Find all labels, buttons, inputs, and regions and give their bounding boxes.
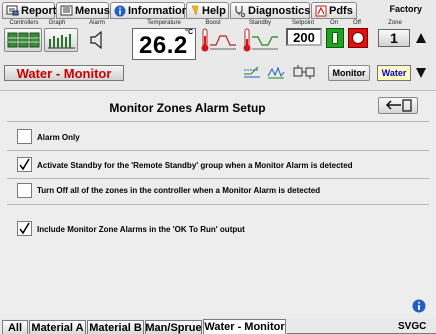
menus-icon [60, 5, 73, 16]
information-icon [412, 299, 426, 313]
setpoint-input[interactable]: 200 [286, 28, 322, 46]
off-button[interactable] [348, 28, 368, 48]
divider [7, 150, 429, 151]
zone-label: Zone [388, 20, 402, 26]
controllers-label: Controllers [9, 20, 39, 26]
connector-icon [293, 65, 315, 79]
temperature-unit: °C [185, 29, 193, 36]
svgc-label: SVGC [398, 321, 427, 332]
off-indicator-icon [352, 32, 364, 44]
temperature-label: Temperature [147, 20, 181, 26]
ok-to-run-label: Include Monitor Zone Alarms in the 'OK T… [37, 225, 245, 234]
triangle-up-icon [416, 33, 426, 43]
tab-menus[interactable]: Menus [56, 2, 110, 19]
tab-diagnostics[interactable]: Diagnostics [230, 2, 310, 19]
temperature-display: 26.2 °C [132, 28, 196, 60]
zone-up-button[interactable] [414, 30, 428, 46]
boost-thermometer-icon [201, 28, 236, 52]
graph-label: Graph [48, 20, 66, 26]
divider [7, 178, 429, 179]
ramp-icon [244, 66, 260, 78]
exit-door-icon [385, 99, 412, 112]
alarm-only-checkbox[interactable] [17, 129, 32, 144]
top-menu-bar: Reports Menus Information Help Diagnosti… [0, 0, 436, 20]
activate-standby-label: Activate Standby for the 'Remote Standby… [37, 161, 353, 170]
setpoint-label: Setpoint [291, 20, 315, 26]
tab-material-b[interactable]: Material B [87, 320, 144, 334]
zone-number[interactable]: 1 [378, 29, 410, 47]
info-button[interactable] [412, 299, 426, 313]
tab-help-label: Help [202, 4, 226, 17]
ramp-tool-button[interactable] [242, 64, 262, 80]
help-icon [191, 5, 199, 16]
standby-thermometer-icon [243, 28, 278, 52]
alarm-setup-panel: Monitor Zones Alarm Setup Alarm Only Act… [0, 90, 436, 318]
link-tool-button[interactable] [292, 64, 318, 80]
divider [7, 204, 429, 205]
boost-label: Boost [205, 20, 221, 26]
factory-label: Factory [389, 4, 422, 14]
signal-tool-button[interactable] [266, 64, 286, 80]
information-icon [114, 5, 126, 16]
off-label: Off [353, 20, 361, 26]
divider [7, 121, 429, 122]
checkmark-icon [19, 158, 30, 171]
graph-button[interactable] [44, 28, 78, 52]
exit-button[interactable] [378, 97, 418, 114]
stethoscope-icon [235, 5, 246, 17]
activate-standby-checkbox[interactable] [17, 157, 32, 172]
on-indicator-icon [332, 32, 338, 44]
standby-button[interactable] [242, 27, 280, 53]
zone-name-display: Water - Monitor [4, 65, 124, 81]
temperature-value: 26.2 [139, 32, 188, 59]
tab-help[interactable]: Help [186, 2, 229, 19]
tab-material-a[interactable]: Material A [29, 320, 86, 334]
turn-off-zones-label: Turn Off all of the zones in the control… [37, 186, 321, 195]
ok-to-run-checkbox[interactable] [17, 221, 32, 236]
tab-pdfs[interactable]: Pdfs [311, 2, 357, 19]
alarm-only-label: Alarm Only [37, 133, 80, 142]
on-label: On [329, 20, 338, 26]
boost-button[interactable] [200, 27, 238, 53]
toolbar: Controllers Graph Alarm Temperature Boos… [0, 20, 436, 90]
signal-wave-icon [267, 66, 285, 79]
triangle-down-icon [416, 68, 426, 78]
on-button[interactable] [326, 28, 344, 48]
checkmark-icon [19, 222, 30, 235]
tab-menus-label: Menus [75, 4, 110, 17]
tab-pdfs-label: Pdfs [329, 4, 353, 17]
alarm-label: Alarm [89, 20, 105, 26]
reports-icon [6, 5, 19, 16]
tab-water-monitor[interactable]: Water - Monitor [203, 319, 286, 334]
tab-all[interactable]: All [2, 320, 28, 334]
controllers-icon [7, 32, 40, 48]
speaker-icon [90, 30, 102, 50]
alarm-button[interactable] [84, 28, 110, 52]
pdf-icon [315, 5, 327, 16]
tab-diagnostics-label: Diagnostics [248, 4, 311, 17]
page-title: Monitor Zones Alarm Setup [109, 101, 266, 115]
controllers-button[interactable] [4, 28, 42, 52]
turn-off-zones-checkbox[interactable] [17, 183, 32, 198]
bar-graph-icon [48, 34, 75, 49]
tab-reports[interactable]: Reports [2, 2, 63, 19]
monitor-button[interactable]: Monitor [328, 65, 370, 81]
water-button[interactable]: Water [377, 65, 411, 81]
tab-information-label: Information [128, 4, 189, 17]
standby-label: Standby [248, 20, 272, 26]
tab-man-sprue[interactable]: Man/Sprue [145, 320, 202, 334]
zone-down-button[interactable] [414, 65, 428, 81]
tab-information[interactable]: Information [110, 2, 189, 19]
